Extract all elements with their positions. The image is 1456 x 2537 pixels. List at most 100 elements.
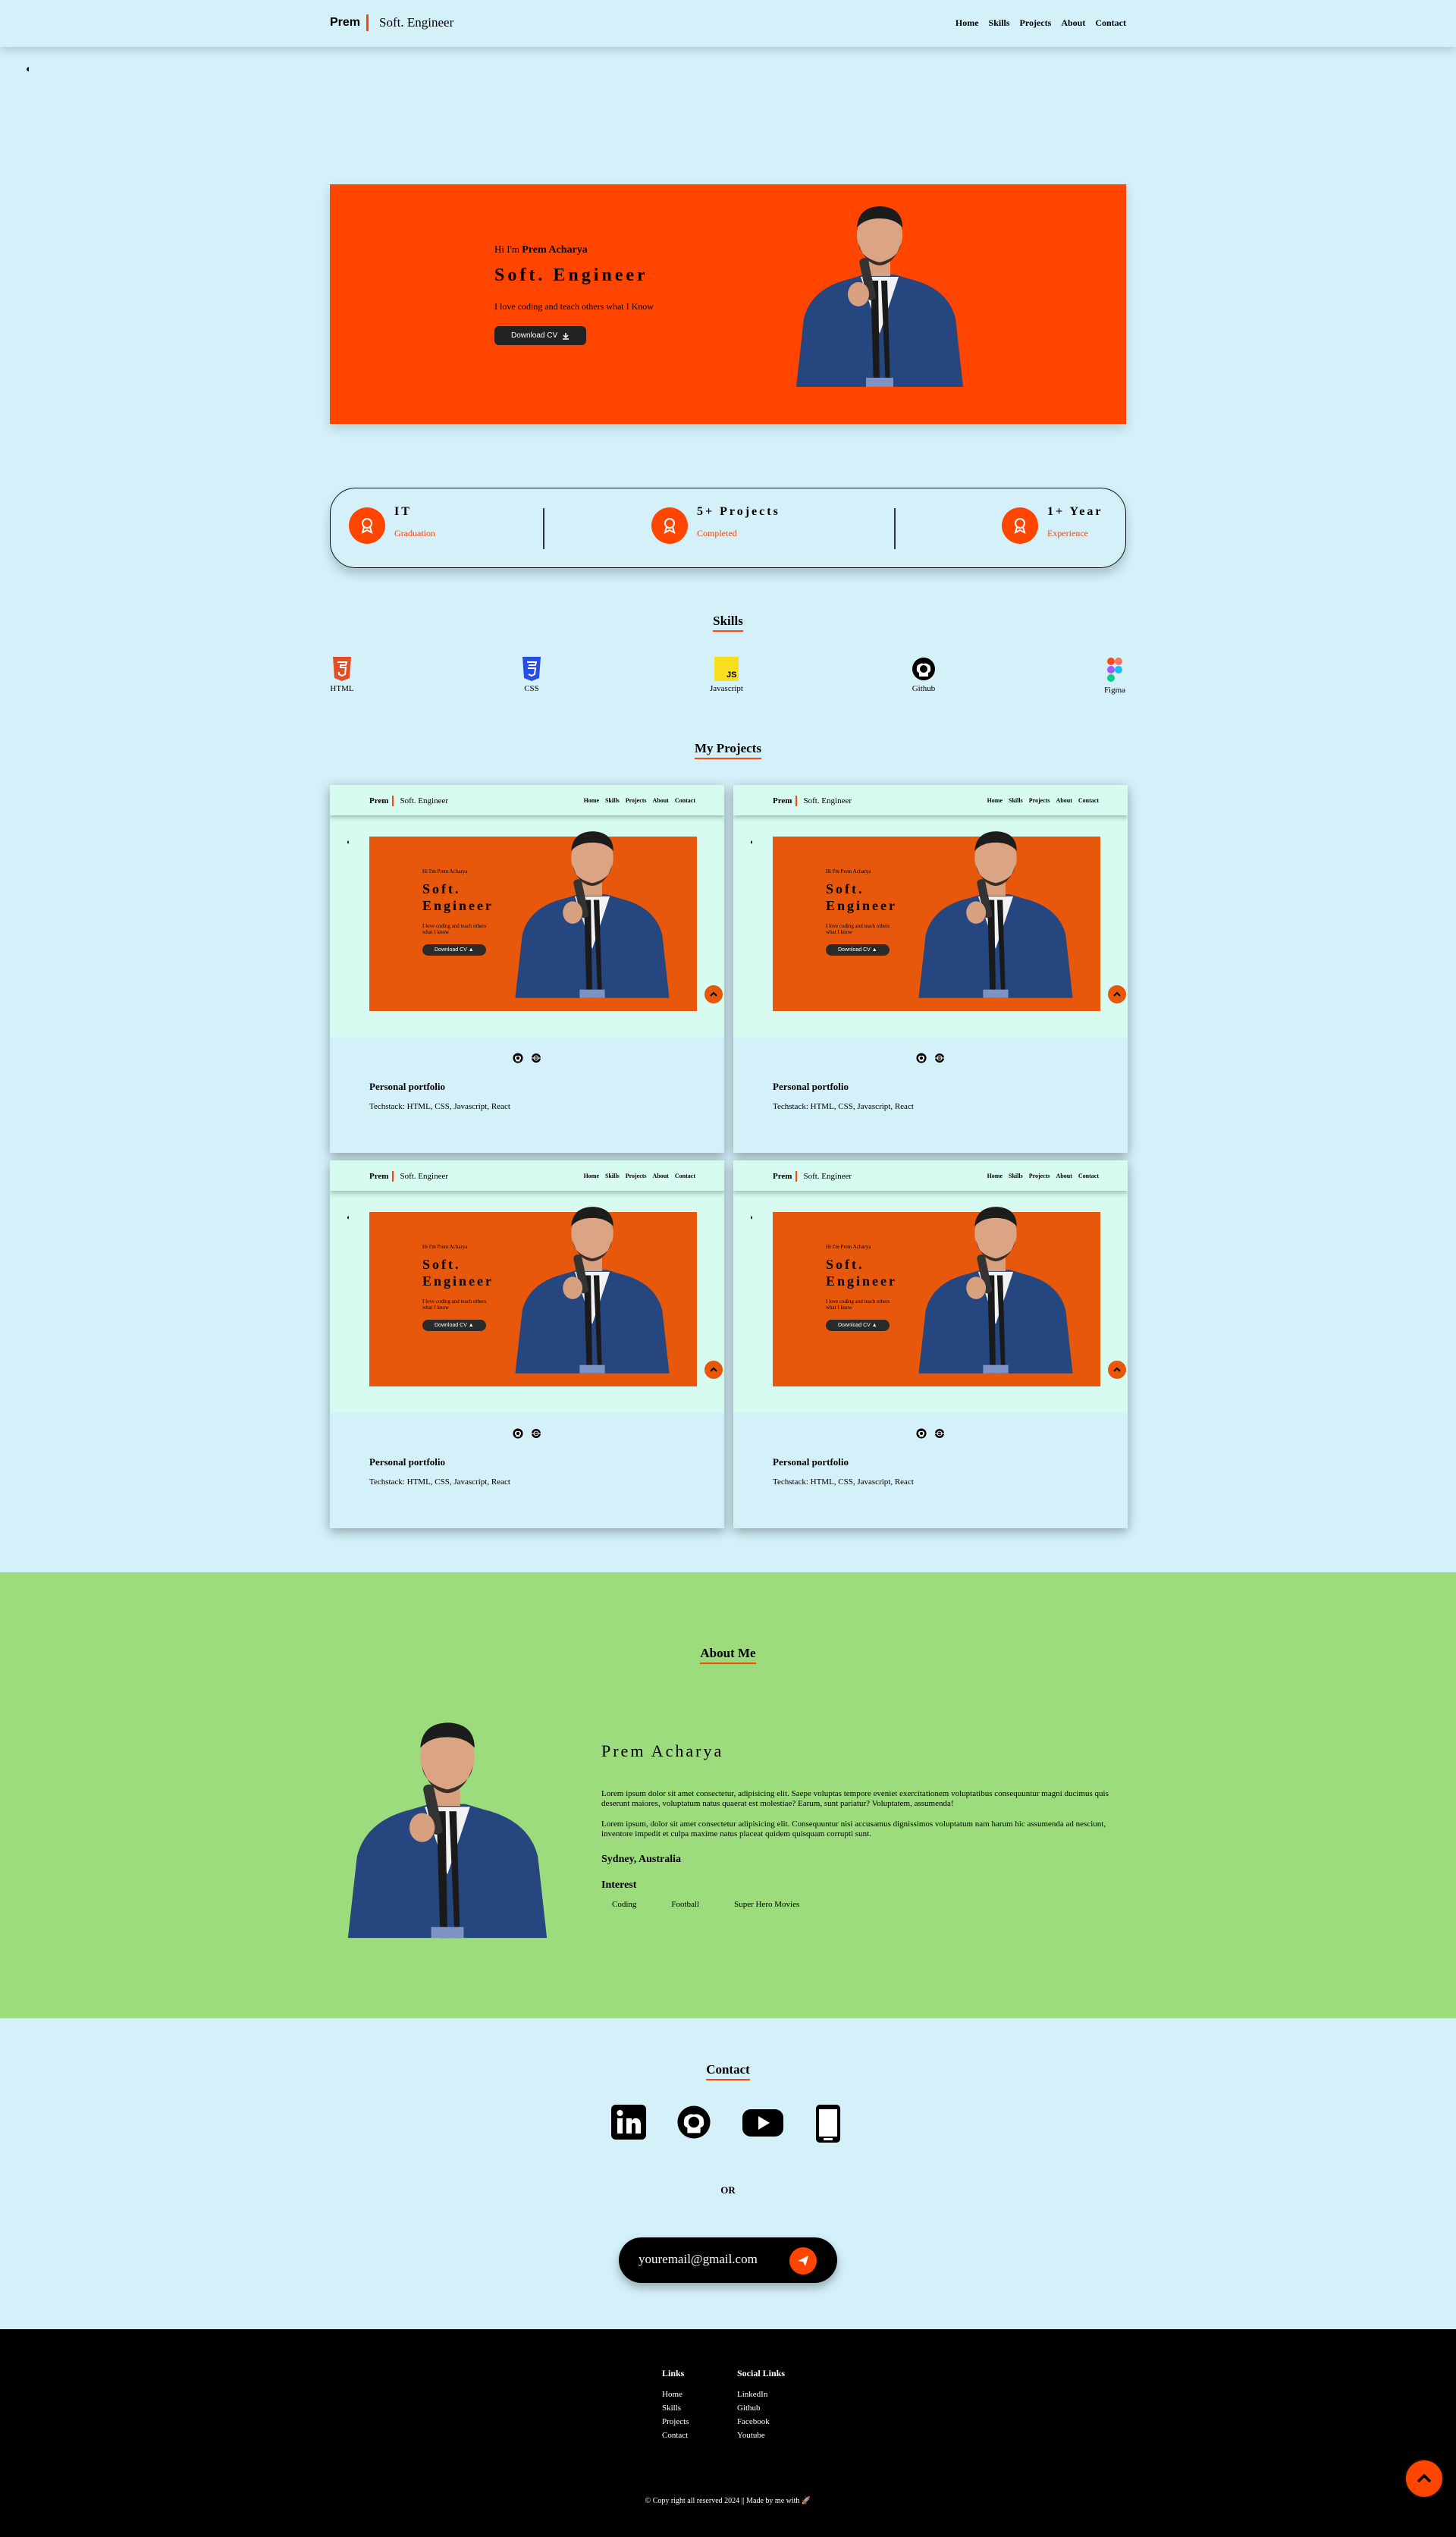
preview-nav-item: Skills — [1009, 1173, 1023, 1179]
chevron-up-icon — [704, 1361, 723, 1379]
footer-link-home[interactable]: Home — [662, 2388, 689, 2401]
youtube-icon[interactable] — [742, 2105, 783, 2140]
stat-subtitle: Experience — [1047, 528, 1088, 538]
preview-photo — [515, 1207, 670, 1374]
nav-projects[interactable]: Projects — [1020, 17, 1052, 29]
github-icon[interactable] — [676, 2105, 711, 2140]
preview-cv-button: Download CV ▲ — [826, 944, 890, 956]
preview-nav-item: Skills — [1009, 797, 1023, 804]
scroll-top-button[interactable] — [1404, 2459, 1444, 2498]
about-interest-title: Interest — [601, 1879, 637, 1891]
interest-list: Coding Football Super Hero Movies — [612, 1900, 799, 1909]
interest-item: Football — [671, 1900, 700, 1909]
nav-skills[interactable]: Skills — [989, 17, 1010, 29]
stat-graduation: IT Graduation — [349, 505, 435, 544]
hero-name: Prem Acharya — [522, 244, 588, 256]
github-icon[interactable] — [916, 1428, 927, 1439]
stat-subtitle: Graduation — [394, 528, 435, 538]
preview-nav: Home Skills Projects About Contact — [987, 797, 1099, 804]
preview-header: Prem Soft. Engineer Home Skills Projects … — [733, 1160, 1128, 1191]
globe-icon[interactable] — [531, 1053, 541, 1063]
hero-role: Soft. Engineer — [494, 265, 648, 285]
globe-icon[interactable] — [531, 1428, 541, 1439]
preview-role-line2: Engineer — [826, 1273, 897, 1289]
project-title: Personal portfolio — [773, 1456, 849, 1468]
download-icon — [563, 332, 570, 340]
project-card[interactable]: Prem Soft. Engineer Home Skills Projects … — [733, 1160, 1128, 1528]
send-button[interactable] — [789, 2247, 817, 2275]
preview-cv-button: Download CV ▲ — [422, 1320, 486, 1331]
project-techstack: Techstack: HTML, CSS, Javascript, React — [369, 1477, 510, 1487]
nav-about[interactable]: About — [1061, 17, 1085, 29]
skill-html: HTML — [319, 657, 365, 693]
footer-social-github[interactable]: Github — [737, 2401, 785, 2415]
site-header: Prem Soft. Engineer Home Skills Projects… — [0, 0, 1456, 47]
project-techstack: Techstack: HTML, CSS, Javascript, React — [773, 1102, 914, 1111]
project-links — [733, 1053, 1128, 1063]
preview-nav: Home Skills Projects About Contact — [987, 1173, 1099, 1179]
stat-divider — [894, 508, 896, 549]
github-icon[interactable] — [513, 1053, 523, 1063]
preview-cv-label: Download CV — [435, 1323, 467, 1328]
preview-nav-item: Home — [987, 797, 1003, 804]
preview-nav-item: About — [1056, 797, 1072, 804]
main-nav: Home Skills Projects About Contact — [956, 17, 1126, 29]
email-input[interactable]: youremail@gmail.com — [639, 2252, 758, 2267]
preview-header: Prem Soft. Engineer Home Skills Projects … — [330, 785, 724, 815]
theme-toggle-icon[interactable]: ◐ — [26, 63, 32, 75]
preview-nav-item: Skills — [605, 1173, 620, 1179]
project-links — [330, 1428, 724, 1439]
skill-figma: Figma — [1092, 657, 1138, 695]
hero-text: Hi I'm Prem Acharya Soft. Engineer I lov… — [494, 243, 654, 345]
preview-header: Prem Soft. Engineer Home Skills Projects … — [733, 785, 1128, 815]
github-icon[interactable] — [513, 1428, 523, 1439]
chevron-up-icon — [1108, 1361, 1126, 1379]
footer-link-projects[interactable]: Projects — [662, 2415, 689, 2429]
footer-social-facebook[interactable]: Facebook — [737, 2415, 785, 2429]
globe-icon[interactable] — [934, 1428, 945, 1439]
stat-title: 1+ Year — [1047, 505, 1103, 518]
about-name: Prem Acharya — [601, 1741, 724, 1760]
footer-link-contact[interactable]: Contact — [662, 2429, 689, 2442]
phone-icon[interactable] — [816, 2105, 840, 2143]
chevron-up-icon — [1417, 2473, 1432, 2483]
footer-link-skills[interactable]: Skills — [662, 2401, 689, 2415]
nav-home[interactable]: Home — [956, 17, 979, 29]
skills-heading-text: Skills — [713, 614, 743, 632]
brand-role: Soft. Engineer — [379, 15, 454, 30]
preview-description: I love coding and teach others what I kn… — [422, 1298, 487, 1311]
download-cv-button[interactable]: Download CV — [494, 326, 587, 345]
project-card[interactable]: Prem Soft. Engineer Home Skills Projects … — [733, 785, 1128, 1153]
preview-description: I love coding and teach others what I kn… — [826, 1298, 890, 1311]
preview-description: I love coding and teach others what I kn… — [826, 923, 890, 935]
preview-photo — [515, 831, 670, 998]
hero-description: I love coding and teach others what I Kn… — [494, 301, 654, 312]
skill-github: Github — [901, 657, 946, 693]
chevron-up-icon — [1108, 985, 1126, 1003]
figma-icon — [1107, 658, 1122, 682]
stat-experience: 1+ Year Experience — [1002, 505, 1103, 544]
project-techstack: Techstack: HTML, CSS, Javascript, React — [773, 1477, 914, 1487]
preview-greeting: Hi I'm Prem Acharya — [826, 1244, 871, 1250]
footer-social-youtube[interactable]: Youtube — [737, 2429, 785, 2442]
globe-icon[interactable] — [934, 1053, 945, 1063]
github-icon[interactable] — [916, 1053, 927, 1063]
project-title: Personal portfolio — [369, 1456, 446, 1468]
hero-photo — [796, 206, 963, 387]
preview-role-line2: Engineer — [422, 1273, 494, 1289]
footer-links: Links Home Skills Projects Contact — [662, 2366, 689, 2442]
projects-heading-text: My Projects — [695, 741, 761, 759]
or-divider: OR — [720, 2184, 736, 2196]
about-paragraph-1: Lorem ipsum dolor sit amet consectetur, … — [601, 1789, 1109, 1808]
download-cv-label: Download CV — [511, 331, 558, 340]
linkedin-icon[interactable] — [611, 2105, 646, 2140]
project-screenshot: Prem Soft. Engineer Home Skills Projects … — [330, 785, 724, 1038]
preview-theme-icon: ◐ — [750, 838, 755, 846]
project-card[interactable]: Prem Soft. Engineer Home Skills Projects … — [330, 785, 724, 1153]
send-icon — [798, 2256, 808, 2266]
brand[interactable]: Prem Soft. Engineer — [330, 14, 453, 31]
footer-social-linkedin[interactable]: LinkedIn — [737, 2388, 785, 2401]
nav-contact[interactable]: Contact — [1095, 17, 1126, 29]
preview-nav-item: Home — [987, 1173, 1003, 1179]
project-card[interactable]: Prem Soft. Engineer Home Skills Projects … — [330, 1160, 724, 1528]
